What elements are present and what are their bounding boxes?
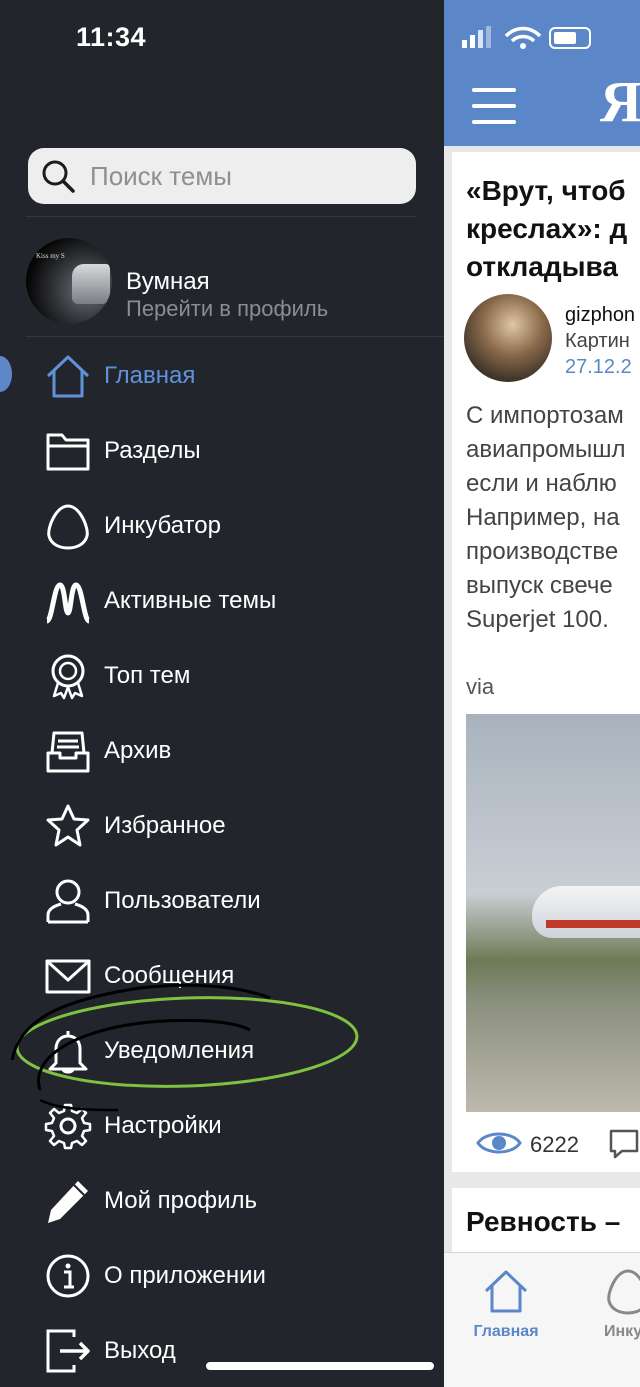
menu-label: Настройки: [104, 1112, 222, 1139]
user-icon: [46, 879, 90, 924]
author-avatar[interactable]: [464, 294, 552, 382]
feed-screen: Я «Врут, чтоб креслах»: д откладыва gizp…: [444, 0, 640, 1387]
menu-item-settings[interactable]: Настройки: [44, 1098, 424, 1154]
menu-item-about[interactable]: О приложении: [44, 1248, 424, 1304]
egg-icon: [607, 1269, 640, 1315]
menu-item-messages[interactable]: Сообщения: [44, 948, 424, 1004]
menu-label: Архив: [104, 737, 172, 764]
avatar[interactable]: Kiss my S: [26, 238, 112, 324]
star-icon: [46, 804, 90, 847]
menu-item-my-profile[interactable]: Мой профиль: [44, 1173, 424, 1229]
article-text: выпуск свече: [466, 572, 613, 599]
menu-label: Разделы: [104, 437, 201, 464]
active-indicator: [0, 356, 12, 392]
profile-name[interactable]: Вумная: [126, 268, 210, 296]
menu-item-top-topics[interactable]: Топ тем: [44, 648, 424, 704]
article-title[interactable]: «Врут, чтоб креслах»: д откладыва: [466, 172, 640, 286]
tab-home[interactable]: Главная: [446, 1263, 566, 1343]
article-photo[interactable]: [466, 714, 640, 1112]
views-count: 6222: [530, 1132, 579, 1157]
activity-icon: [44, 582, 92, 624]
divider: [26, 216, 416, 217]
menu-label: Мой профиль: [104, 1187, 258, 1214]
search-icon: [42, 160, 75, 193]
logout-icon: [46, 1329, 90, 1373]
divider: [26, 336, 444, 337]
menu-label: О приложении: [104, 1262, 266, 1289]
comment-icon[interactable]: [608, 1128, 640, 1160]
avatar-car-image: [72, 264, 110, 304]
menu-item-users[interactable]: Пользователи: [44, 873, 424, 929]
gear-icon: [44, 1103, 92, 1150]
tab-bar: Главная Инкуб: [444, 1252, 640, 1387]
menu-label: Избранное: [104, 812, 226, 839]
article-card[interactable]: «Врут, чтоб креслах»: д откладыва gizpho…: [452, 152, 640, 1172]
status-time: 11:34: [76, 22, 147, 52]
menu-label: Активные темы: [104, 587, 277, 614]
bell-icon: [48, 1031, 88, 1074]
pencil-icon: [48, 1181, 88, 1223]
folder-icon: [46, 433, 90, 471]
menu-label: Главная: [104, 362, 196, 389]
plane-stripe: [546, 920, 640, 928]
home-icon: [484, 1270, 528, 1313]
menu-label: Выход: [104, 1337, 176, 1364]
menu-item-favorites[interactable]: Избранное: [44, 798, 424, 854]
article-text: производстве: [466, 538, 619, 565]
article-title[interactable]: Ревность –: [466, 1206, 620, 1238]
menu-label: Уведомления: [104, 1037, 255, 1064]
article-text: если и наблю: [466, 470, 617, 497]
article-text: авиапромышл: [466, 436, 626, 463]
eye-icon: [476, 1132, 522, 1154]
menu-item-notifications[interactable]: Уведомления: [44, 1023, 424, 1079]
author-name[interactable]: gizphon: [565, 304, 635, 327]
tab-label: Инкуб: [604, 1323, 640, 1340]
menu-label: Пользователи: [104, 887, 261, 914]
profile-link[interactable]: Перейти в профиль: [126, 296, 328, 322]
article-text: Например, на: [466, 504, 620, 531]
search-placeholder: Поиск темы: [90, 161, 232, 191]
avatar-caption: Kiss my S: [36, 252, 65, 260]
article-stats: 6222: [466, 1120, 640, 1168]
via-label: via: [466, 674, 495, 699]
menu-label: Инкубатор: [104, 512, 221, 539]
menu-item-home[interactable]: Главная: [44, 348, 424, 404]
egg-icon: [47, 504, 89, 550]
menu-label: Топ тем: [104, 662, 191, 689]
article-date: 27.12.2: [565, 356, 632, 378]
navigation-drawer: 11:34 Поиск темы Kiss my S Вумная Перейт…: [0, 0, 444, 1387]
home-icon: [46, 355, 90, 398]
article-category[interactable]: Картин: [565, 330, 630, 353]
menu-item-incubator[interactable]: Инкубатор: [44, 498, 424, 554]
award-icon: [51, 654, 85, 700]
archive-icon: [46, 731, 90, 773]
menu-label: Сообщения: [104, 962, 235, 989]
info-icon: [46, 1254, 90, 1298]
article-text: С импортозам: [466, 402, 624, 429]
plane-shape: [532, 886, 640, 938]
app-header: Я: [444, 0, 640, 146]
home-indicator: [206, 1362, 434, 1370]
status-icons: [462, 26, 591, 49]
menu-item-archive[interactable]: Архив: [44, 723, 424, 779]
tab-label: Главная: [473, 1323, 539, 1340]
app-logo: Я: [600, 69, 640, 134]
search-input[interactable]: Поиск темы: [28, 148, 416, 204]
menu-item-logout[interactable]: Выход: [44, 1323, 424, 1379]
mail-icon: [45, 959, 91, 994]
tab-incubator[interactable]: Инкуб: [568, 1263, 640, 1343]
menu-button[interactable]: [472, 88, 516, 124]
menu-item-sections[interactable]: Разделы: [44, 423, 424, 479]
article-text: Superjet 100.: [466, 606, 609, 633]
menu-item-active-topics[interactable]: Активные темы: [44, 573, 424, 629]
